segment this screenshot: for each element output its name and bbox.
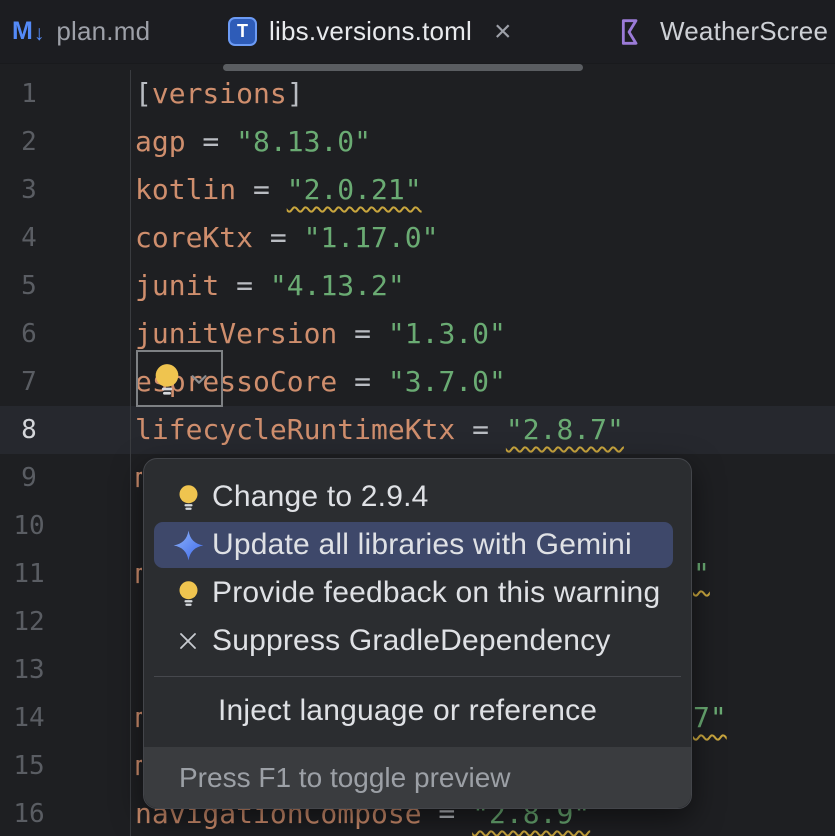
editor-line-4[interactable]: 4 coreKtx = "1.17.0" [0,214,835,262]
line-number[interactable]: 7 [0,358,58,406]
editor-line-1[interactable]: 1 [versions] [0,70,835,118]
tab-weatherscree[interactable]: WeatherScree [616,0,828,63]
popup-item-label: Change to 2.9.4 [212,480,429,514]
line-number[interactable]: 1 [0,70,58,118]
line-number[interactable]: 4 [0,214,58,262]
occluded-code-sliver: m [135,454,142,502]
line-number[interactable]: 5 [0,262,58,310]
code-text: junit = "4.13.2" [135,262,405,310]
occluded-code-sliver: m [135,694,142,742]
lightbulb-icon [150,361,184,397]
popup-item-provide-feedback-on-this-warning[interactable]: Provide feedback on this warning [144,569,691,617]
intention-actions-popup: Change to 2.9.4 Update all libraries with… [143,458,692,809]
popup-item-update-all-libraries-with-gemini[interactable]: Update all libraries with Gemini [144,521,691,569]
line-number[interactable]: 13 [0,646,58,694]
code-text: [versions] [135,70,304,118]
line-number[interactable]: 8 [0,406,58,454]
line-number[interactable]: 15 [0,742,58,790]
popup-divider [154,676,681,677]
line-number[interactable]: 16 [0,790,58,836]
lightbulb-icon [175,579,202,608]
gemini-icon [172,529,205,562]
line-number[interactable]: 2 [0,118,58,166]
tab-label: WeatherScree [660,16,828,47]
code-text: coreKtx = "1.17.0" [135,214,438,262]
line-number[interactable]: 10 [0,502,58,550]
editor-line-2[interactable]: 2 agp = "8.13.0" [0,118,835,166]
code-fragment: " [693,550,710,598]
line-number[interactable]: 3 [0,166,58,214]
editor-line-5[interactable]: 5 junit = "4.13.2" [0,262,835,310]
popup-item-label: Inject language or reference [218,694,597,728]
lightbulb-icon [175,483,202,512]
code-text: kotlin = "2.0.21" [135,166,422,214]
popup-item-change-to-2-9-4[interactable]: Change to 2.9.4 [144,473,691,521]
ide-window: M↓ plan.md Tlibs.versions.toml × WeatherScre… [0,0,835,836]
gutter-separator [130,70,131,836]
editor-line-3[interactable]: 3 kotlin = "2.0.21" [0,166,835,214]
line-number[interactable]: 9 [0,454,58,502]
occluded-code-sliver: m [135,550,142,598]
tab-libs-versions-toml[interactable]: Tlibs.versions.toml × [228,0,512,63]
popup-item-label: Update all libraries with Gemini [212,528,632,562]
kotlin-icon [616,16,648,48]
popup-item-label: Provide feedback on this warning [212,576,660,610]
markdown-icon: M↓ [12,17,44,46]
line-number[interactable]: 12 [0,598,58,646]
editor-line-8[interactable]: 8 lifecycleRuntimeKtx = "2.8.7" [0,406,835,454]
line-number[interactable]: 11 [0,550,58,598]
line-number[interactable]: 6 [0,310,58,358]
line-number[interactable]: 14 [0,694,58,742]
popup-footer-hint: Press F1 to toggle preview [144,747,691,808]
editor-line-6[interactable]: 6junitVersion = "1.3.0" [0,310,835,358]
popup-item-suppress-gradledependency[interactable]: Suppress GradleDependency [144,617,691,665]
chevron-down-icon [188,368,210,390]
tab-close-icon[interactable]: × [494,17,512,47]
tab-scrollbar-thumb[interactable] [223,64,583,71]
intention-bulb-button[interactable] [136,350,223,407]
toml-icon: T [228,17,257,46]
code-fragment: 7" [693,694,727,742]
tab-plan-md[interactable]: M↓ plan.md [12,0,150,63]
code-text: lifecycleRuntimeKtx = "2.8.7" [135,406,624,454]
tab-label: plan.md [56,16,150,47]
editor-tab-bar: M↓ plan.md Tlibs.versions.toml × WeatherScre… [0,0,835,64]
close-icon [176,629,200,653]
tab-label: libs.versions.toml [269,16,472,47]
popup-item-inject-language-or-reference[interactable]: Inject language or reference [144,687,691,735]
popup-item-label: Suppress GradleDependency [212,624,611,658]
occluded-code-sliver: m [135,742,142,790]
editor-line-7[interactable]: 7espressoCore = "3.7.0" [0,358,835,406]
code-text: agp = "8.13.0" [135,118,371,166]
